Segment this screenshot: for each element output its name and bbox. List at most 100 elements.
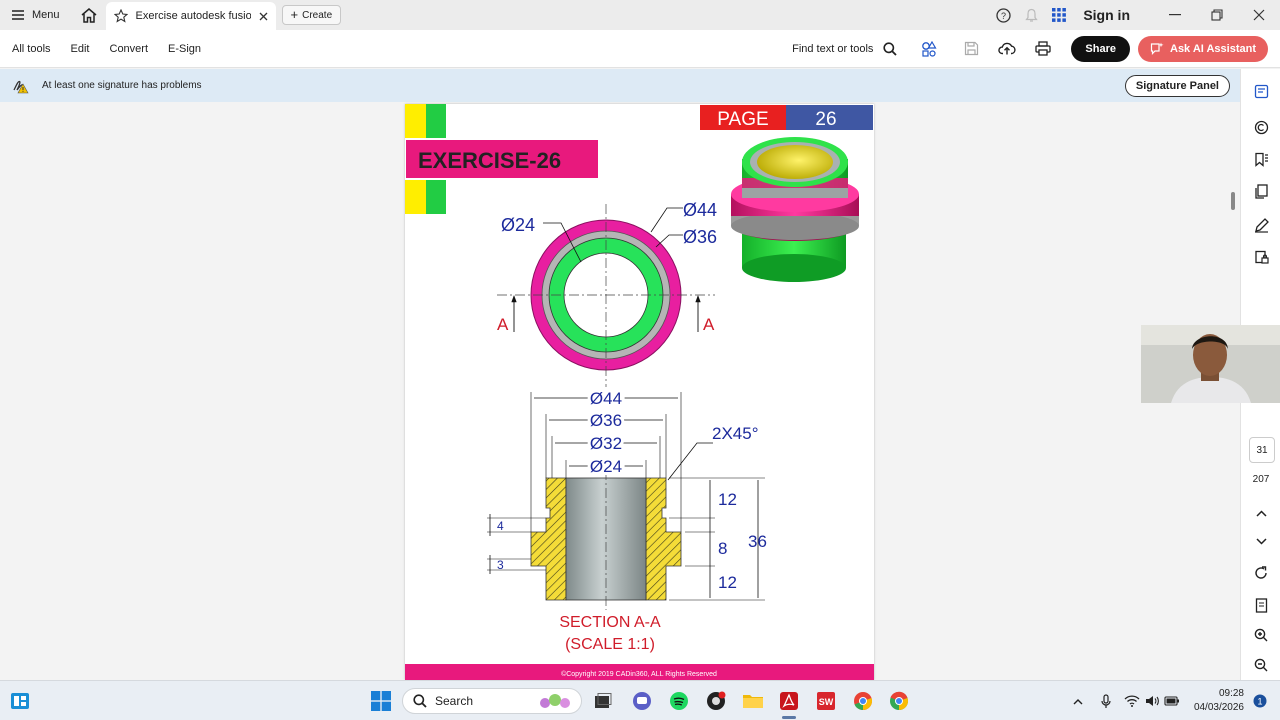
page-fit-icon[interactable]	[1251, 595, 1271, 615]
solidworks-icon[interactable]: SW	[814, 689, 838, 713]
copyright-tool-icon[interactable]	[1251, 117, 1271, 137]
current-page-field[interactable]: 31	[1249, 437, 1275, 463]
section-marker-right: A	[703, 315, 715, 334]
webcam-person	[1141, 325, 1280, 403]
microphone-icon[interactable]	[1094, 689, 1118, 713]
isometric-part-3d	[731, 137, 859, 282]
comment-icon[interactable]	[1251, 81, 1271, 101]
menu-label: Menu	[32, 9, 60, 21]
chat-app-icon[interactable]	[630, 689, 654, 713]
create-button[interactable]: + Create	[281, 5, 342, 25]
shapes-icon[interactable]	[911, 40, 947, 57]
rotate-icon[interactable]	[1251, 563, 1271, 583]
menu-button[interactable]: Menu	[0, 0, 72, 30]
close-tab-icon[interactable]	[259, 12, 268, 21]
plus-icon: +	[290, 7, 299, 22]
pdf-page: PAGE 26 EXERCISE-26 Ø24 Ø44 Ø36 A A Ø44 …	[405, 104, 874, 680]
taskbar-search[interactable]: Search	[402, 688, 582, 714]
task-view-icon[interactable]	[591, 689, 615, 713]
dim-chamfer: 2X45°	[712, 424, 759, 443]
total-pages: 207	[1252, 474, 1270, 485]
search-icon	[413, 694, 427, 708]
bookmark-icon[interactable]	[1251, 149, 1271, 169]
upload-cloud-icon[interactable]	[989, 41, 1025, 56]
apps-grid-icon[interactable]	[1045, 8, 1073, 22]
windows-start-icon[interactable]	[369, 689, 393, 713]
spotify-icon[interactable]	[667, 689, 691, 713]
engineering-drawing: PAGE 26 EXERCISE-26 Ø24 Ø44 Ø36 A A Ø44 …	[405, 104, 874, 680]
section-title: SECTION A-A	[559, 614, 661, 631]
star-icon[interactable]	[113, 9, 128, 23]
help-icon[interactable]: ?	[989, 7, 1017, 23]
menu-edit[interactable]: Edit	[71, 43, 90, 55]
chrome-icon[interactable]	[851, 689, 875, 713]
file-explorer-icon[interactable]	[741, 689, 765, 713]
page-label: PAGE	[717, 109, 768, 130]
dim-sec-d36: Ø36	[590, 411, 622, 430]
yellow-block	[405, 104, 426, 138]
top-view: Ø24 Ø44 Ø36 A A	[497, 200, 717, 387]
webcam-overlay	[1141, 325, 1280, 403]
home-icon	[81, 7, 97, 23]
zoom-out-icon[interactable]	[1251, 655, 1271, 675]
main-toolbar: All tools Edit Convert E-Sign Find text …	[0, 30, 1280, 68]
dim-top-d44: Ø44	[683, 200, 717, 220]
close-window-button[interactable]	[1238, 0, 1280, 30]
windows-taskbar: Search SW 09:28 04/03/2026 1	[0, 680, 1280, 720]
document-viewer[interactable]: PAGE 26 EXERCISE-26 Ø24 Ø44 Ø36 A A Ø44 …	[0, 102, 1240, 680]
pages-icon[interactable]	[1251, 181, 1271, 201]
dim-top-d36: Ø36	[683, 227, 717, 247]
title-bar: Menu Exercise autodesk fusion... + Creat…	[0, 0, 1280, 30]
home-button[interactable]	[72, 0, 106, 30]
hamburger-icon	[12, 10, 24, 20]
ai-sparkle-icon	[1150, 42, 1164, 55]
dim-h12-bottom: 12	[718, 573, 737, 592]
bell-icon[interactable]	[1017, 8, 1045, 23]
system-clock[interactable]: 09:28 04/03/2026	[1188, 687, 1244, 715]
section-view: Ø44 Ø36 Ø32 Ø24 2X45° 12 8 12 36 4 3 SEC…	[487, 386, 767, 653]
taskbar-search-label: Search	[435, 694, 474, 708]
widgets-icon[interactable]	[8, 689, 32, 713]
dim-groove-4: 4	[497, 519, 504, 533]
ai-label: Ask AI Assistant	[1170, 42, 1256, 55]
exercise-title: EXERCISE-26	[418, 148, 561, 173]
menu-e-sign[interactable]: E-Sign	[168, 43, 201, 55]
battery-icon[interactable]	[1160, 689, 1184, 713]
close-icon	[1253, 9, 1265, 21]
share-button[interactable]: Share	[1071, 35, 1130, 62]
chrome-profile-icon[interactable]	[887, 689, 911, 713]
signature-panel-button[interactable]: Signature Panel	[1124, 74, 1230, 97]
minimize-button[interactable]	[1154, 0, 1196, 30]
sign-in-link[interactable]: Sign in	[1083, 7, 1130, 23]
tab-title: Exercise autodesk fusion...	[135, 10, 251, 22]
dim-h36: 36	[748, 532, 767, 551]
chevron-down-icon[interactable]	[1251, 531, 1271, 551]
restore-icon	[1211, 9, 1223, 21]
acrobat-active-indicator	[782, 716, 796, 719]
find-text-tools[interactable]: Find text or tools	[792, 43, 873, 55]
clock-date: 04/03/2026	[1193, 702, 1244, 713]
zoom-in-icon[interactable]	[1251, 625, 1271, 645]
print-icon[interactable]	[1025, 41, 1061, 56]
restore-button[interactable]	[1196, 0, 1238, 30]
save-icon[interactable]	[953, 41, 989, 56]
search-icon[interactable]	[879, 41, 901, 56]
acrobat-icon[interactable]	[777, 689, 801, 713]
menu-convert[interactable]: Convert	[110, 43, 149, 55]
tab-document[interactable]: Exercise autodesk fusion...	[105, 2, 276, 30]
green-block-lower	[426, 180, 446, 214]
protect-icon[interactable]	[1251, 247, 1271, 267]
game-app-icon[interactable]	[704, 689, 728, 713]
chevron-up-icon[interactable]	[1251, 503, 1271, 523]
ai-assistant-button[interactable]: Ask AI Assistant	[1138, 35, 1268, 62]
menu-all-tools[interactable]: All tools	[12, 43, 51, 55]
scrollbar-thumb[interactable]	[1231, 192, 1235, 210]
show-hidden-icons[interactable]	[1066, 689, 1090, 713]
notification-badge[interactable]: 1	[1248, 689, 1272, 713]
fill-sign-icon[interactable]	[1251, 215, 1271, 235]
svg-text:?: ?	[1001, 11, 1006, 21]
dim-h12-top: 12	[718, 490, 737, 509]
dim-sec-d44: Ø44	[590, 389, 622, 408]
dim-sec-d24: Ø24	[590, 457, 622, 476]
signature-banner: At least one signature has problems Sign…	[0, 69, 1240, 102]
